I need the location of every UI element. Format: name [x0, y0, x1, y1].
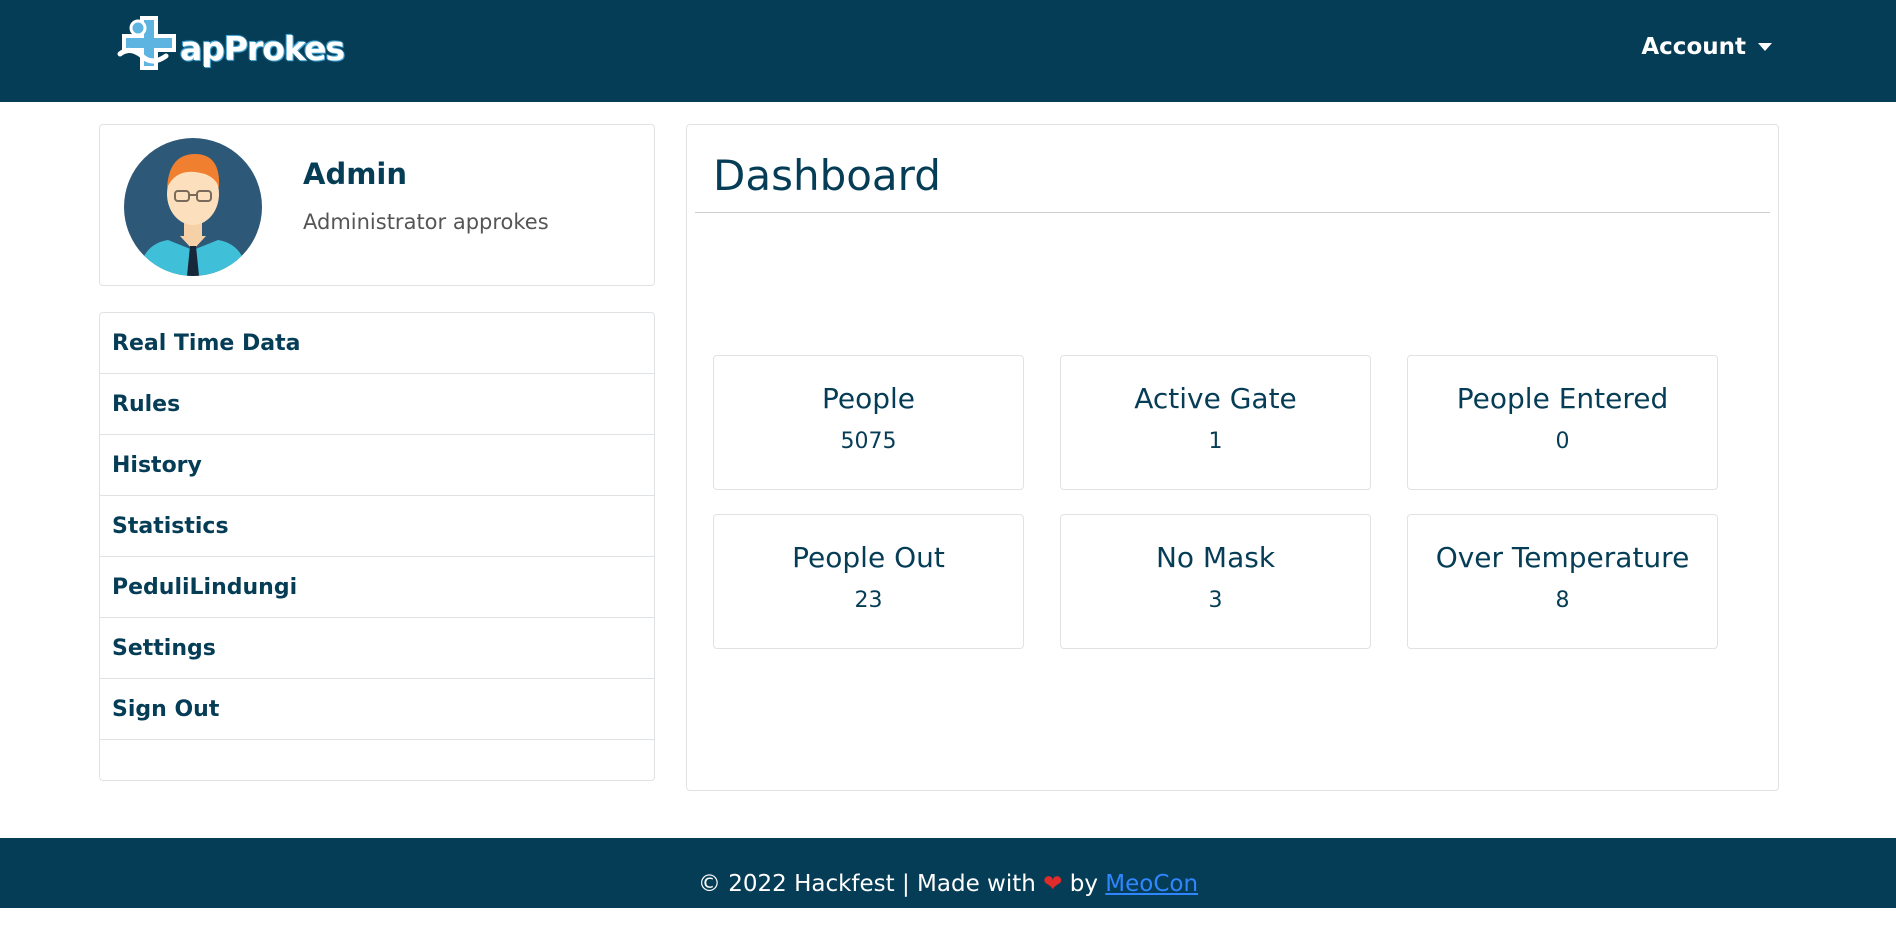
cross-logo-icon — [117, 16, 176, 70]
account-label: Account — [1641, 34, 1746, 60]
avatar — [124, 138, 262, 276]
sidebar-item-rules[interactable]: Rules — [100, 374, 654, 435]
sidebar-item-pedulilindungi[interactable]: PeduliLindungi — [100, 557, 654, 618]
stat-card-people-entered: People Entered 0 — [1407, 355, 1718, 490]
profile-card: Admin Administrator approkes — [99, 124, 655, 286]
sidebar-item-settings[interactable]: Settings — [100, 618, 654, 679]
sidebar-item-statistics[interactable]: Statistics — [100, 496, 654, 557]
footer-text: © 2022 Hackfest | Made with — [697, 871, 1036, 897]
sidebar-item-history[interactable]: History — [100, 435, 654, 496]
title-divider — [695, 212, 1770, 213]
profile-role: Administrator approkes — [303, 210, 549, 234]
sidebar-item-sign-out[interactable]: Sign Out — [100, 679, 654, 740]
stat-label: People Entered — [1456, 382, 1669, 415]
stat-card-active-gate: Active Gate 1 — [1060, 355, 1371, 490]
heart-icon: ❤ — [1043, 871, 1063, 897]
stat-label: Active Gate — [1134, 382, 1297, 415]
footer: © 2022 Hackfest | Made with ❤ by MeoCon — [0, 838, 1896, 908]
stat-value: 5075 — [840, 429, 897, 454]
stat-value: 8 — [1555, 588, 1570, 613]
stat-card-over-temperature: Over Temperature 8 — [1407, 514, 1718, 649]
stat-value: 3 — [1208, 588, 1223, 613]
stat-label: No Mask — [1155, 541, 1276, 574]
sidebar-item-real-time-data[interactable]: Real Time Data — [100, 313, 654, 374]
top-navbar: apProkes Account — [0, 0, 1896, 102]
stat-label: People Out — [792, 541, 945, 574]
stat-value: 23 — [854, 588, 883, 613]
stat-card-no-mask: No Mask 3 — [1060, 514, 1371, 649]
stat-label: People — [821, 382, 916, 415]
stat-value: 1 — [1208, 429, 1223, 454]
app-logo[interactable]: apProkes — [108, 14, 345, 84]
page-title: Dashboard — [713, 151, 941, 200]
footer-credit-link[interactable]: MeoCon — [1105, 871, 1198, 897]
caret-down-icon — [1758, 43, 1772, 51]
stat-value: 0 — [1555, 429, 1570, 454]
sidebar-menu: Real Time Data Rules History Statistics … — [99, 312, 655, 781]
logo-text: apProkes — [180, 29, 345, 68]
stat-card-people-out: People Out 23 — [713, 514, 1024, 649]
dashboard-panel: Dashboard People 5075 Active Gate 1 Peop… — [686, 124, 1779, 791]
stat-card-people: People 5075 — [713, 355, 1024, 490]
account-dropdown[interactable]: Account — [1641, 34, 1772, 60]
stat-label: Over Temperature — [1435, 541, 1690, 574]
footer-by: by — [1069, 871, 1098, 897]
profile-name: Admin — [303, 157, 408, 191]
